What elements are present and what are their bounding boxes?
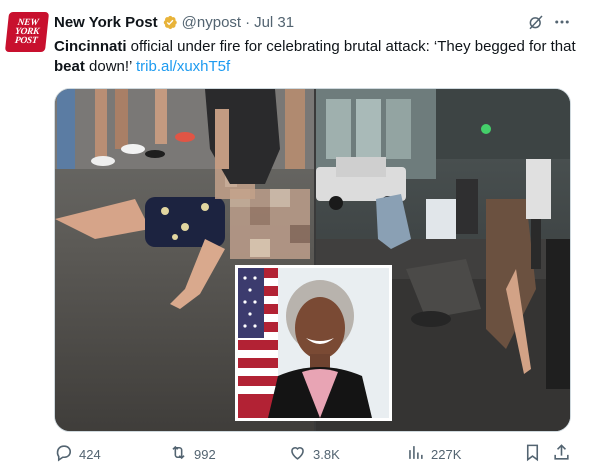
action-bar: 424 992 3.8K 227K — [54, 442, 574, 466]
tweet-text: Cincinnati official under fire for celeb… — [54, 37, 584, 77]
tweet-text-bold-1: Cincinnati — [54, 38, 127, 55]
views-button[interactable]: 227K — [406, 442, 461, 466]
more-icon[interactable] — [553, 13, 571, 31]
tweet-header: New York Post @nypost · Jul 31 — [54, 12, 294, 32]
separator-dot: · — [245, 13, 251, 31]
views-icon — [406, 443, 425, 465]
verified-badge-icon — [161, 14, 178, 31]
avatar[interactable]: NEW YORK POST — [4, 12, 50, 52]
timestamp[interactable]: Jul 31 — [254, 14, 294, 31]
repost-count: 992 — [194, 446, 216, 462]
avatar-text-line-3: POST — [14, 35, 38, 46]
inset-portrait — [235, 265, 392, 421]
like-count: 3.8K — [313, 446, 340, 462]
like-button[interactable]: 3.8K — [288, 442, 340, 466]
tweet-text-part-2: down!’ — [84, 58, 136, 75]
media-image[interactable] — [54, 88, 571, 432]
reply-count: 424 — [79, 446, 101, 462]
like-icon — [288, 443, 307, 465]
share-button[interactable] — [552, 442, 571, 466]
repost-icon — [169, 443, 188, 465]
tweet-link[interactable]: trib.al/xuxhT5f — [136, 58, 230, 75]
tweet-card[interactable]: NEW YORK POST New York Post @nypost · Ju… — [0, 0, 589, 467]
tweet-text-bold-2: beat — [54, 58, 85, 75]
bookmark-icon — [523, 443, 542, 465]
share-icon — [552, 443, 571, 465]
handle[interactable]: @nypost — [182, 14, 241, 31]
reply-icon — [54, 443, 73, 465]
bookmark-button[interactable] — [523, 442, 542, 466]
tweet-text-part-1: official under fire for celebrating brut… — [126, 38, 576, 55]
reply-button[interactable]: 424 — [54, 442, 101, 466]
views-count: 227K — [431, 446, 462, 462]
repost-button[interactable]: 992 — [169, 442, 216, 466]
grok-icon[interactable] — [527, 13, 545, 31]
display-name[interactable]: New York Post — [54, 14, 158, 31]
